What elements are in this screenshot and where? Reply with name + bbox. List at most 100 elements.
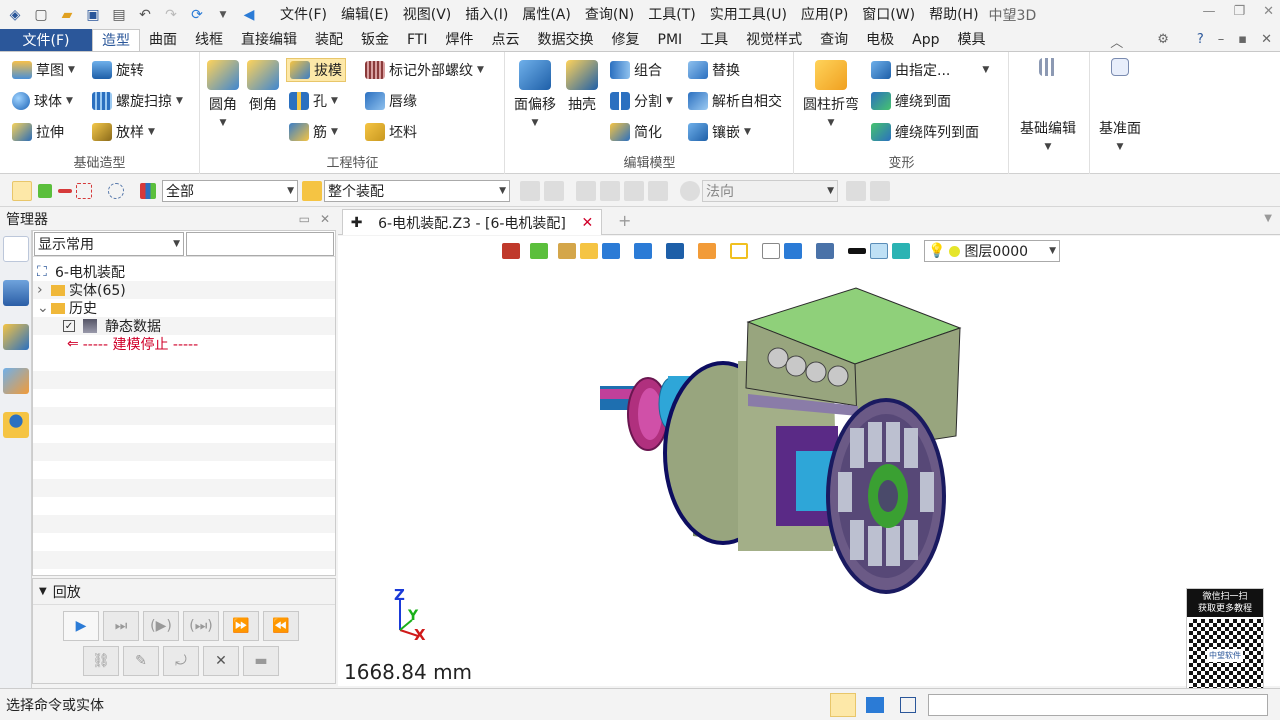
menu-utilities[interactable]: 实用工具(U): [704, 0, 793, 30]
collapse-icon[interactable]: ⌄: [37, 300, 51, 316]
edit-button[interactable]: ✎: [123, 646, 159, 676]
doc-pin-icon[interactable]: ✚: [351, 215, 363, 231]
tab-tools[interactable]: 工具: [691, 29, 737, 51]
expand-icon[interactable]: ›: [37, 282, 51, 298]
tree-row-history[interactable]: ⌄ 历史: [33, 299, 335, 317]
status-icon-list[interactable]: [900, 697, 916, 713]
close-panel-icon[interactable]: ✕: [320, 212, 330, 226]
layer-manager-icon[interactable]: [3, 368, 29, 394]
assembly-scope-icon[interactable]: [302, 180, 322, 201]
play-step-button[interactable]: (▶): [143, 611, 179, 641]
tab-modeling[interactable]: 造型: [92, 29, 140, 51]
menu-view[interactable]: 视图(V): [397, 0, 458, 30]
stock-button[interactable]: 坯料: [365, 122, 417, 142]
new-tab-icon[interactable]: +: [618, 211, 631, 230]
doc-close-icon[interactable]: ✕: [1261, 32, 1272, 51]
revolve-button[interactable]: 旋转: [92, 60, 144, 80]
file-tab[interactable]: 文件(F): [0, 29, 92, 51]
link-button[interactable]: ⛓: [83, 646, 119, 676]
tab-data-exchange[interactable]: 数据交换: [529, 29, 603, 51]
cylinder-flex-button[interactable]: 圆柱折弯 ▼: [803, 60, 859, 128]
sketch-button[interactable]: 草图 ▼: [12, 60, 75, 80]
doc-tab-close-icon[interactable]: ✕: [581, 215, 593, 231]
user-manager-icon[interactable]: [3, 412, 29, 438]
menu-window[interactable]: 窗口(W): [856, 0, 921, 30]
lip-button[interactable]: 唇缘: [365, 91, 417, 111]
tab-fti[interactable]: FTI: [398, 29, 437, 51]
menu-query[interactable]: 查询(N): [579, 0, 640, 30]
play-button[interactable]: ▶: [63, 611, 99, 641]
pin-icon[interactable]: ▭: [299, 212, 310, 226]
split-button[interactable]: 分割 ▼: [610, 91, 673, 111]
undo-icon[interactable]: ↶: [134, 4, 156, 26]
tab-surface[interactable]: 曲面: [140, 29, 186, 51]
tab-wireframe[interactable]: 线框: [186, 29, 232, 51]
tab-pointcloud[interactable]: 点云: [483, 29, 529, 51]
tree-row-solids[interactable]: › 实体(65): [33, 281, 335, 299]
menu-insert[interactable]: 插入(I): [459, 0, 514, 30]
doc-restore-icon[interactable]: ▪: [1238, 32, 1247, 51]
chamfer-button[interactable]: 倒角: [247, 60, 279, 114]
new-file-icon[interactable]: ▢: [30, 4, 52, 26]
rewind-button[interactable]: ⏪: [263, 611, 299, 641]
tab-visual-style[interactable]: 视觉样式: [737, 29, 811, 51]
assembly-manager-icon[interactable]: [3, 280, 29, 306]
filter-combo[interactable]: 全部 ▼: [162, 179, 298, 202]
back-arrow-icon[interactable]: ◀: [238, 4, 260, 26]
menu-edit[interactable]: 编辑(E): [335, 0, 395, 30]
simplify-button[interactable]: 简化: [610, 122, 662, 142]
by-spec-button[interactable]: 由指定... ▼: [871, 60, 989, 80]
restore-icon[interactable]: ❐: [1233, 4, 1245, 19]
doc-minimize-icon[interactable]: –: [1218, 32, 1225, 51]
print-icon[interactable]: ▤: [108, 4, 130, 26]
add-icon[interactable]: [38, 183, 52, 198]
redo-icon[interactable]: ↷: [160, 4, 182, 26]
settings-gear-icon[interactable]: ⚙: [1157, 32, 1169, 51]
tab-app[interactable]: App: [903, 29, 948, 51]
emboss-button[interactable]: 镶嵌 ▼: [688, 122, 751, 142]
face-offset-button[interactable]: 面偏移 ▼: [514, 60, 556, 128]
base-edit-button[interactable]: 基础编辑 ▼: [1020, 58, 1076, 152]
tab-assembly[interactable]: 装配: [306, 29, 352, 51]
app-logo-icon[interactable]: ◈: [4, 4, 26, 26]
tree-row-root[interactable]: ⛶ 6-电机装配: [33, 263, 335, 281]
loft-button[interactable]: 放样 ▼: [92, 122, 155, 142]
delete-button[interactable]: ✕: [203, 646, 239, 676]
datum-plane-button[interactable]: 基准面 ▼: [1099, 58, 1141, 152]
play-to-end-button[interactable]: (⏭): [183, 611, 219, 641]
fillet-button[interactable]: 圆角 ▼: [207, 60, 239, 128]
menu-attribute[interactable]: 属性(A): [516, 0, 577, 30]
display-mode-select[interactable]: 显示常用 ▼: [34, 232, 184, 256]
hole-button[interactable]: 孔 ▼: [289, 91, 338, 111]
draft-button[interactable]: 拔模: [286, 58, 346, 82]
tab-mold[interactable]: 模具: [949, 29, 995, 51]
status-icon-text[interactable]: [830, 693, 856, 717]
tab-direct-edit[interactable]: 直接编辑: [232, 29, 306, 51]
document-tab[interactable]: ✚ 6-电机装配.Z3 - [6-电机装配] ✕: [342, 209, 602, 235]
status-icon-monitor[interactable]: [866, 697, 884, 713]
checkbox-checked-icon[interactable]: ✓: [63, 320, 75, 332]
replace-button[interactable]: 替换: [688, 60, 740, 80]
remove-icon[interactable]: [58, 188, 72, 193]
tab-weldment[interactable]: 焊件: [437, 29, 483, 51]
suppress-button[interactable]: ▬: [243, 646, 279, 676]
tree-row-stop-marker[interactable]: ⇐ ----- 建模停止 -----: [33, 335, 335, 353]
rib-button[interactable]: 筋 ▼: [289, 122, 338, 142]
minimize-icon[interactable]: —: [1202, 4, 1215, 19]
tab-list-icon[interactable]: ▼: [1264, 213, 1272, 224]
wrap-to-face-button[interactable]: 缠绕到面: [871, 91, 951, 111]
tree-search-input[interactable]: [186, 232, 334, 256]
view-manager-icon[interactable]: [3, 324, 29, 350]
shell-button[interactable]: 抽壳: [566, 60, 598, 114]
fast-forward-button[interactable]: ⏩: [223, 611, 259, 641]
collapse-ribbon-icon[interactable]: ︿: [1110, 32, 1123, 51]
spiral-sweep-button[interactable]: 螺旋扫掠 ▼: [92, 91, 183, 111]
tab-repair[interactable]: 修复: [603, 29, 649, 51]
command-input[interactable]: [928, 694, 1268, 716]
open-folder-icon[interactable]: ▰: [56, 4, 78, 26]
motor-assembly-model[interactable]: [338, 236, 1280, 686]
sphere-button[interactable]: 球体 ▼: [12, 91, 73, 111]
help-icon[interactable]: ?: [1197, 32, 1204, 51]
self-intersect-button[interactable]: 解析自相交: [688, 91, 782, 111]
history-manager-icon[interactable]: [3, 236, 29, 262]
